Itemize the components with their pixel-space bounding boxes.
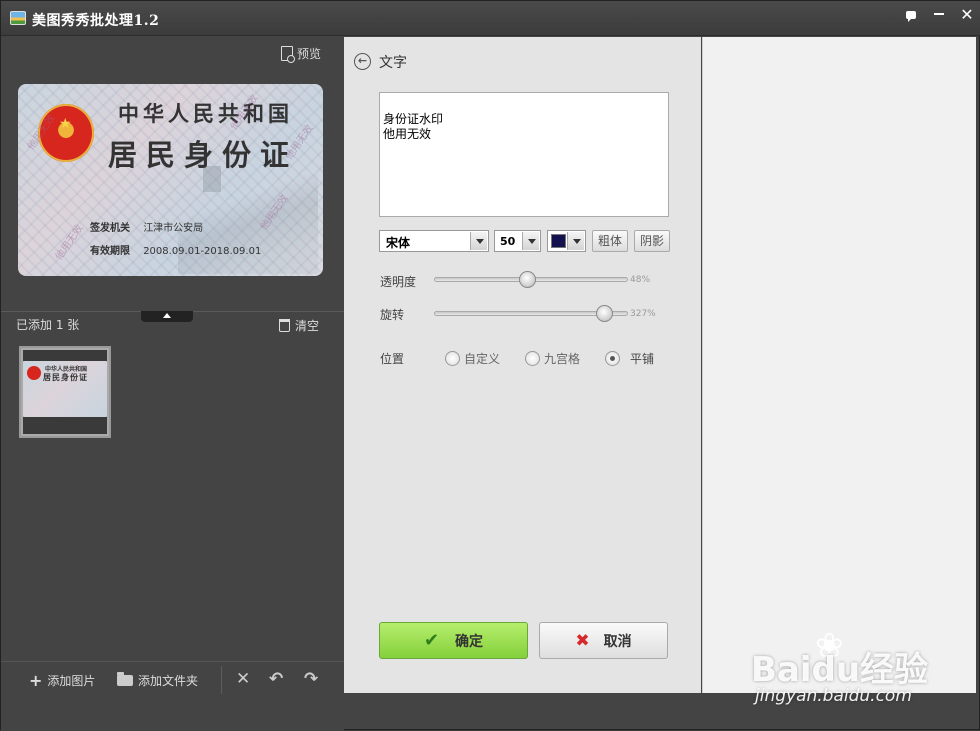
rotation-label: 旋转 [380,308,405,322]
rotate-right-icon[interactable]: ↷ [304,669,318,689]
thumbnail-image: 中华人民共和国 居民身份证 [23,361,107,417]
rotation-slider-handle[interactable] [595,305,613,322]
position-radio-custom[interactable]: 自定义 [445,350,500,367]
window-title: 美图秀秀批处理1.2 [32,13,160,29]
card-authority-row: 签发机关 江津市公安局 [90,219,203,234]
card-title-line2: 居民身份证 [108,138,299,172]
app-icon [10,11,26,25]
authority-label: 签发机关 [90,223,130,234]
thumbnail-letterbox-bottom [23,417,107,434]
preview-pane [702,37,976,693]
feedback-button[interactable] [900,6,922,24]
clear-label: 清空 [295,319,320,333]
add-folder-button[interactable]: 添加文件夹 [117,672,198,689]
baidu-url: jingyan.baidu.com [755,686,912,706]
rotation-value: 327% [630,309,656,319]
add-image-button[interactable]: + 添加图片 [29,672,95,689]
plus-icon: + [29,670,43,690]
cancel-label: 取消 [603,633,632,650]
card-title-line1: 中华人民共和国 [118,101,293,126]
radio-label: 平铺 [630,352,655,366]
radio-circle-selected [605,351,620,366]
text-color-picker[interactable] [547,230,586,252]
clear-button[interactable]: 清空 [279,317,319,334]
radio-circle [525,351,540,366]
minimize-icon [934,13,944,15]
thumbnail-title-line2: 居民身份证 [43,372,88,382]
font-family-select[interactable]: 宋体 [379,230,489,252]
opacity-value: 48% [630,275,651,285]
opacity-slider[interactable] [434,271,628,288]
add-image-label: 添加图片 [47,674,96,688]
left-panel: 预览 ★ 中华人民共和国 居民身份证 签发机关 江津市公安局 有效期限 2008… [1,37,344,731]
radio-circle [445,351,460,366]
radio-label: 九宫格 [544,352,581,366]
bold-toggle-button[interactable]: 粗体 [592,230,629,252]
validity-label: 有效期限 [90,246,130,257]
checkmark-icon: ✔ [423,630,440,651]
opacity-label: 透明度 [380,275,417,289]
panel-title: 文字 [379,55,407,71]
text-settings-panel: ← 文字 宋体 50 粗体 阴影 透明度 48% 旋转 327% 位置 [344,37,701,693]
main-preview-image: ★ 中华人民共和国 居民身份证 签发机关 江津市公安局 有效期限 2008.09… [18,84,323,276]
back-arrow-icon[interactable]: ← [354,53,371,70]
added-count-label: 已添加 1 张 [16,318,80,332]
chevron-down-icon [522,232,539,250]
font-family-value: 宋体 [386,236,411,250]
shadow-toggle-button[interactable]: 阴影 [634,230,671,252]
add-folder-label: 添加文件夹 [138,674,199,688]
toolbar-separator [221,666,222,694]
radio-label: 自定义 [464,352,501,366]
font-size-value: 50 [500,235,516,248]
baidu-logo: Baidu经验 [751,650,929,690]
cancel-button[interactable]: ✖ 取消 [539,622,668,659]
app-window: 美图秀秀批处理1.2 ✕ 预览 ★ 中华人民共和国 居民身份证 签发机关 江津市… [0,0,980,731]
rotation-slider[interactable] [434,305,628,322]
rotate-left-icon[interactable]: ↶ [269,669,283,689]
position-radio-tile[interactable]: 平铺 [605,350,654,367]
bottom-toolbar: + 添加图片 添加文件夹 ✕ ↶ ↷ [1,661,344,697]
position-radio-grid[interactable]: 九宫格 [525,350,580,367]
thumbnail-letterbox-top [23,350,107,361]
trash-icon [279,319,290,332]
folder-icon [117,672,133,686]
watermark-text-input[interactable] [379,92,669,217]
color-swatch [551,234,566,248]
confirm-button[interactable]: ✔ 确定 [379,622,528,659]
delete-icon[interactable]: ✕ [236,669,250,689]
image-thumbnail[interactable]: 中华人民共和国 居民身份证 [19,346,111,438]
cross-icon: ✖ [575,630,590,651]
chevron-down-icon [567,232,584,250]
chevron-down-icon [470,232,487,250]
validity-value: 2008.09.01-2018.09.01 [143,246,262,257]
title-bar[interactable]: 美图秀秀批处理1.2 ✕ [1,1,980,36]
thumbnail-emblem-icon [27,366,41,380]
preview-icon [281,46,295,63]
position-label: 位置 [380,352,405,366]
confirm-label: 确定 [455,633,484,650]
baidu-jingyan-watermark: ❀ Baidu经验 jingyan.baidu.com [751,626,951,716]
collapse-toggle-button[interactable] [141,311,193,322]
opacity-slider-handle[interactable] [519,271,537,288]
card-validity-row: 有效期限 2008.09.01-2018.09.01 [90,242,261,257]
feedback-icon [906,11,916,22]
preview-label: 预览 [297,47,322,61]
font-size-select[interactable]: 50 [494,230,541,252]
close-button[interactable]: ✕ [956,6,978,24]
authority-value: 江津市公安局 [143,223,204,234]
minimize-button[interactable] [928,6,950,24]
preview-button[interactable]: 预览 [281,45,322,63]
